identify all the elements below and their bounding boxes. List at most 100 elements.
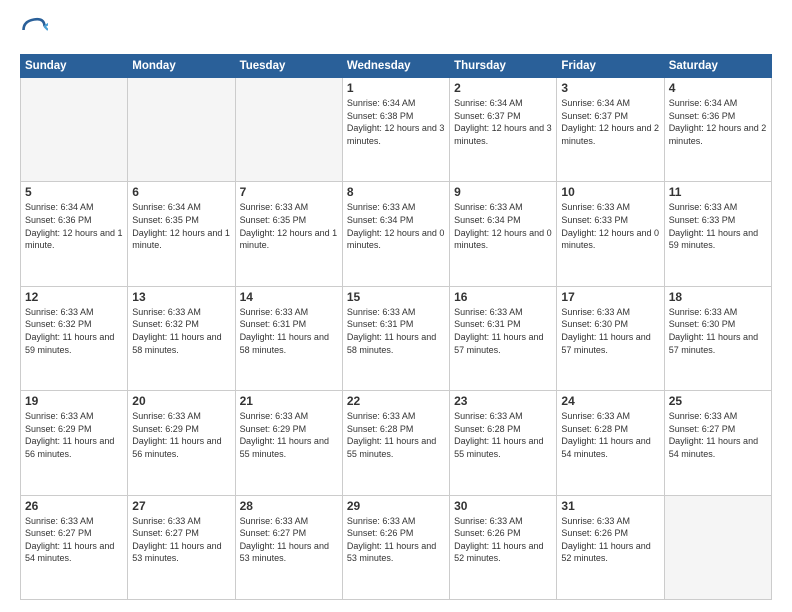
day-number: 27: [132, 499, 230, 513]
calendar-table: SundayMondayTuesdayWednesdayThursdayFrid…: [20, 54, 772, 600]
day-cell: 18 Sunrise: 6:33 AMSunset: 6:30 PMDayligh…: [664, 286, 771, 390]
day-info: Sunrise: 6:33 AMSunset: 6:32 PMDaylight:…: [25, 306, 123, 356]
day-cell: 11Sunrise: 6:33 AMSunset: 6:33 PMDayligh…: [664, 182, 771, 286]
day-number: 17: [561, 290, 659, 304]
day-cell: 16 Sunrise: 6:33 AMSunset: 6:31 PMDayligh…: [450, 286, 557, 390]
day-info: Sunrise: 6:33 AMSunset: 6:29 PMDaylight:…: [240, 410, 338, 460]
week-row-4: 26 Sunrise: 6:33 AMSunset: 6:27 PMDayligh…: [21, 495, 772, 599]
day-number: 21: [240, 394, 338, 408]
day-cell: 21 Sunrise: 6:33 AMSunset: 6:29 PMDayligh…: [235, 391, 342, 495]
day-info: Sunrise: 6:33 AMSunset: 6:28 PMDaylight:…: [347, 410, 445, 460]
day-cell: 3Sunrise: 6:34 AMSunset: 6:37 PMDaylight…: [557, 78, 664, 182]
day-info: Sunrise: 6:34 AMSunset: 6:36 PMDaylight:…: [25, 201, 123, 251]
week-row-1: 5 Sunrise: 6:34 AMSunset: 6:36 PMDaylight…: [21, 182, 772, 286]
day-number: 15: [347, 290, 445, 304]
day-cell: 30 Sunrise: 6:33 AMSunset: 6:26 PMDayligh…: [450, 495, 557, 599]
day-info: Sunrise: 6:33 AMSunset: 6:31 PMDaylight:…: [454, 306, 552, 356]
weekday-header-monday: Monday: [128, 55, 235, 78]
week-row-3: 19 Sunrise: 6:33 AMSunset: 6:29 PMDayligh…: [21, 391, 772, 495]
day-cell: 14 Sunrise: 6:33 AMSunset: 6:31 PMDayligh…: [235, 286, 342, 390]
weekday-header-thursday: Thursday: [450, 55, 557, 78]
day-info: Sunrise: 6:33 AMSunset: 6:28 PMDaylight:…: [454, 410, 552, 460]
day-cell: 5 Sunrise: 6:34 AMSunset: 6:36 PMDaylight…: [21, 182, 128, 286]
logo-icon: [20, 16, 48, 44]
day-number: 19: [25, 394, 123, 408]
day-number: 12: [25, 290, 123, 304]
day-cell: 1Sunrise: 6:34 AMSunset: 6:38 PMDaylight…: [342, 78, 449, 182]
weekday-header-friday: Friday: [557, 55, 664, 78]
day-cell: 8Sunrise: 6:33 AMSunset: 6:34 PMDaylight…: [342, 182, 449, 286]
day-info: Sunrise: 6:34 AMSunset: 6:37 PMDaylight:…: [561, 97, 659, 147]
day-number: 25: [669, 394, 767, 408]
day-number: 10: [561, 185, 659, 199]
day-number: 11: [669, 185, 767, 199]
day-info: Sunrise: 6:33 AMSunset: 6:31 PMDaylight:…: [240, 306, 338, 356]
day-number: 1: [347, 81, 445, 95]
day-info: Sunrise: 6:33 AMSunset: 6:26 PMDaylight:…: [561, 515, 659, 565]
week-row-2: 12 Sunrise: 6:33 AMSunset: 6:32 PMDayligh…: [21, 286, 772, 390]
day-number: 24: [561, 394, 659, 408]
day-info: Sunrise: 6:33 AMSunset: 6:27 PMDaylight:…: [669, 410, 767, 460]
day-number: 28: [240, 499, 338, 513]
day-cell: [235, 78, 342, 182]
day-cell: 22 Sunrise: 6:33 AMSunset: 6:28 PMDayligh…: [342, 391, 449, 495]
day-info: Sunrise: 6:33 AMSunset: 6:32 PMDaylight:…: [132, 306, 230, 356]
day-cell: 7 Sunrise: 6:33 AMSunset: 6:35 PMDaylight…: [235, 182, 342, 286]
day-cell: 29 Sunrise: 6:33 AMSunset: 6:26 PMDayligh…: [342, 495, 449, 599]
day-info: Sunrise: 6:33 AMSunset: 6:31 PMDaylight:…: [347, 306, 445, 356]
day-number: 31: [561, 499, 659, 513]
day-number: 29: [347, 499, 445, 513]
day-number: 16: [454, 290, 552, 304]
day-number: 9: [454, 185, 552, 199]
day-info: Sunrise: 6:33 AMSunset: 6:35 PMDaylight:…: [240, 201, 338, 251]
day-cell: [21, 78, 128, 182]
header: [20, 16, 772, 44]
day-number: 20: [132, 394, 230, 408]
day-cell: 4Sunrise: 6:34 AMSunset: 6:36 PMDaylight…: [664, 78, 771, 182]
weekday-header-row: SundayMondayTuesdayWednesdayThursdayFrid…: [21, 55, 772, 78]
day-number: 2: [454, 81, 552, 95]
day-cell: 10Sunrise: 6:33 AMSunset: 6:33 PMDayligh…: [557, 182, 664, 286]
day-info: Sunrise: 6:33 AMSunset: 6:30 PMDaylight:…: [669, 306, 767, 356]
day-cell: 26 Sunrise: 6:33 AMSunset: 6:27 PMDayligh…: [21, 495, 128, 599]
weekday-header-tuesday: Tuesday: [235, 55, 342, 78]
logo: [20, 16, 52, 44]
page: SundayMondayTuesdayWednesdayThursdayFrid…: [0, 0, 792, 612]
weekday-header-sunday: Sunday: [21, 55, 128, 78]
day-number: 22: [347, 394, 445, 408]
day-number: 30: [454, 499, 552, 513]
day-cell: 25 Sunrise: 6:33 AMSunset: 6:27 PMDayligh…: [664, 391, 771, 495]
day-number: 18: [669, 290, 767, 304]
day-info: Sunrise: 6:33 AMSunset: 6:29 PMDaylight:…: [132, 410, 230, 460]
day-number: 5: [25, 185, 123, 199]
day-number: 23: [454, 394, 552, 408]
day-info: Sunrise: 6:34 AMSunset: 6:35 PMDaylight:…: [132, 201, 230, 251]
day-number: 13: [132, 290, 230, 304]
day-info: Sunrise: 6:33 AMSunset: 6:26 PMDaylight:…: [347, 515, 445, 565]
day-info: Sunrise: 6:33 AMSunset: 6:30 PMDaylight:…: [561, 306, 659, 356]
day-cell: 31 Sunrise: 6:33 AMSunset: 6:26 PMDayligh…: [557, 495, 664, 599]
day-info: Sunrise: 6:33 AMSunset: 6:34 PMDaylight:…: [347, 201, 445, 251]
day-info: Sunrise: 6:34 AMSunset: 6:36 PMDaylight:…: [669, 97, 767, 147]
day-info: Sunrise: 6:33 AMSunset: 6:29 PMDaylight:…: [25, 410, 123, 460]
day-number: 7: [240, 185, 338, 199]
day-number: 26: [25, 499, 123, 513]
day-info: Sunrise: 6:33 AMSunset: 6:28 PMDaylight:…: [561, 410, 659, 460]
day-cell: [128, 78, 235, 182]
day-cell: 9Sunrise: 6:33 AMSunset: 6:34 PMDaylight…: [450, 182, 557, 286]
day-cell: 28Sunrise: 6:33 AMSunset: 6:27 PMDayligh…: [235, 495, 342, 599]
week-row-0: 1Sunrise: 6:34 AMSunset: 6:38 PMDaylight…: [21, 78, 772, 182]
day-number: 14: [240, 290, 338, 304]
weekday-header-wednesday: Wednesday: [342, 55, 449, 78]
day-cell: 23 Sunrise: 6:33 AMSunset: 6:28 PMDayligh…: [450, 391, 557, 495]
day-cell: 6 Sunrise: 6:34 AMSunset: 6:35 PMDaylight…: [128, 182, 235, 286]
day-cell: 24 Sunrise: 6:33 AMSunset: 6:28 PMDayligh…: [557, 391, 664, 495]
day-info: Sunrise: 6:33 AMSunset: 6:26 PMDaylight:…: [454, 515, 552, 565]
day-cell: 27 Sunrise: 6:33 AMSunset: 6:27 PMDayligh…: [128, 495, 235, 599]
day-info: Sunrise: 6:33 AMSunset: 6:27 PMDaylight:…: [25, 515, 123, 565]
day-cell: 13 Sunrise: 6:33 AMSunset: 6:32 PMDayligh…: [128, 286, 235, 390]
day-number: 6: [132, 185, 230, 199]
day-info: Sunrise: 6:34 AMSunset: 6:37 PMDaylight:…: [454, 97, 552, 147]
day-info: Sunrise: 6:33 AMSunset: 6:27 PMDaylight:…: [132, 515, 230, 565]
weekday-header-saturday: Saturday: [664, 55, 771, 78]
